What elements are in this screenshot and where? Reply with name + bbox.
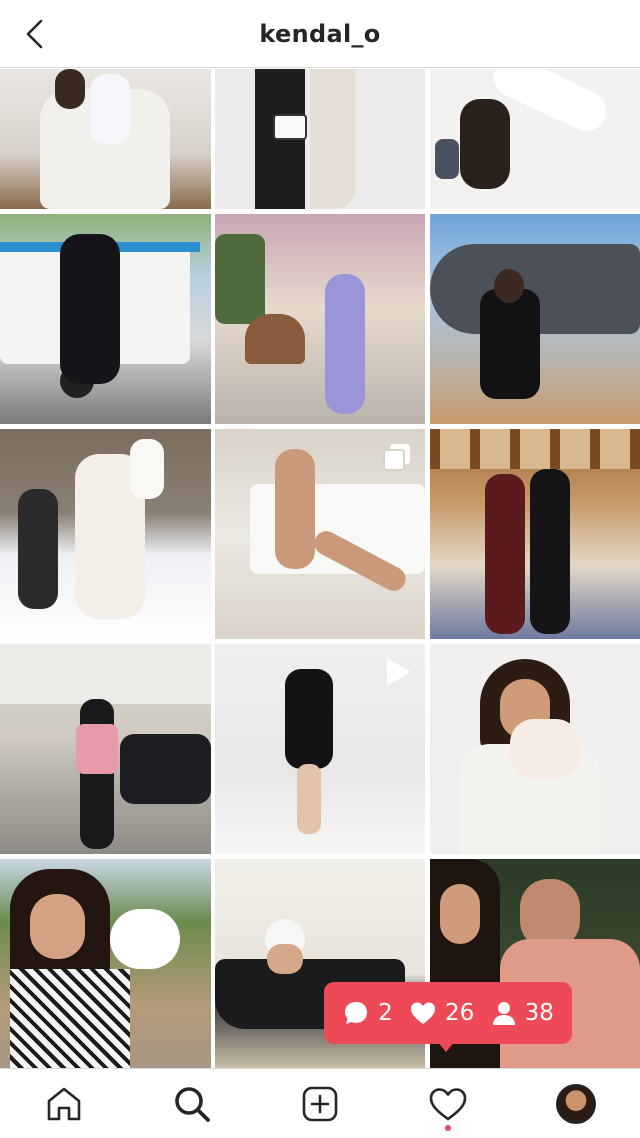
- bottom-tab-bar: [0, 1068, 640, 1138]
- search-icon: [175, 1087, 210, 1122]
- avatar: [559, 1087, 593, 1121]
- top-nav-bar: kendal_o: [0, 0, 640, 68]
- video-play-icon: [387, 659, 410, 685]
- comment-bubble-icon: [345, 1002, 368, 1024]
- comments-count: 2: [378, 1000, 393, 1026]
- tab-activity[interactable]: [416, 1069, 480, 1138]
- activity-heart-icon: [429, 1088, 467, 1121]
- post-thumbnail[interactable]: [0, 429, 211, 639]
- new-post-icon: [302, 1086, 338, 1122]
- likes-count: 26: [445, 1000, 475, 1026]
- likes-stat: 26: [409, 1000, 474, 1026]
- followers-count: 38: [524, 1000, 554, 1026]
- activity-indicator-dot: [445, 1125, 451, 1131]
- heart-icon: [411, 1002, 436, 1024]
- post-thumbnail[interactable]: [0, 644, 211, 854]
- profile-post-grid: [0, 69, 640, 1068]
- post-thumbnail[interactable]: [215, 429, 425, 639]
- post-thumbnail[interactable]: [215, 644, 425, 854]
- activity-notification-bubble[interactable]: 2 26 38: [324, 982, 572, 1044]
- tab-profile[interactable]: [544, 1069, 608, 1138]
- comments-stat: 2: [342, 999, 393, 1027]
- profile-avatar-icon: [556, 1084, 596, 1124]
- post-thumbnail[interactable]: [0, 214, 211, 424]
- post-thumbnail[interactable]: [430, 429, 640, 639]
- back-button[interactable]: [24, 16, 64, 52]
- post-thumbnail[interactable]: [215, 69, 425, 209]
- notification-pointer: [436, 1040, 456, 1052]
- home-icon: [47, 1087, 81, 1121]
- post-thumbnail[interactable]: [0, 859, 211, 1068]
- post-thumbnail[interactable]: [430, 214, 640, 424]
- chevron-left-icon: [26, 19, 43, 49]
- person-icon: [492, 1002, 515, 1025]
- post-thumbnail[interactable]: [430, 644, 640, 854]
- carousel-icon: [383, 444, 410, 471]
- post-thumbnail[interactable]: [215, 214, 425, 424]
- post-thumbnail[interactable]: [430, 69, 640, 209]
- profile-username-title: kendal_o: [259, 20, 381, 48]
- tab-new-post[interactable]: [288, 1069, 352, 1138]
- tab-home[interactable]: [32, 1069, 96, 1138]
- post-thumbnail[interactable]: [0, 69, 211, 209]
- followers-stat: 38: [491, 1000, 554, 1026]
- tab-search[interactable]: [160, 1069, 224, 1138]
